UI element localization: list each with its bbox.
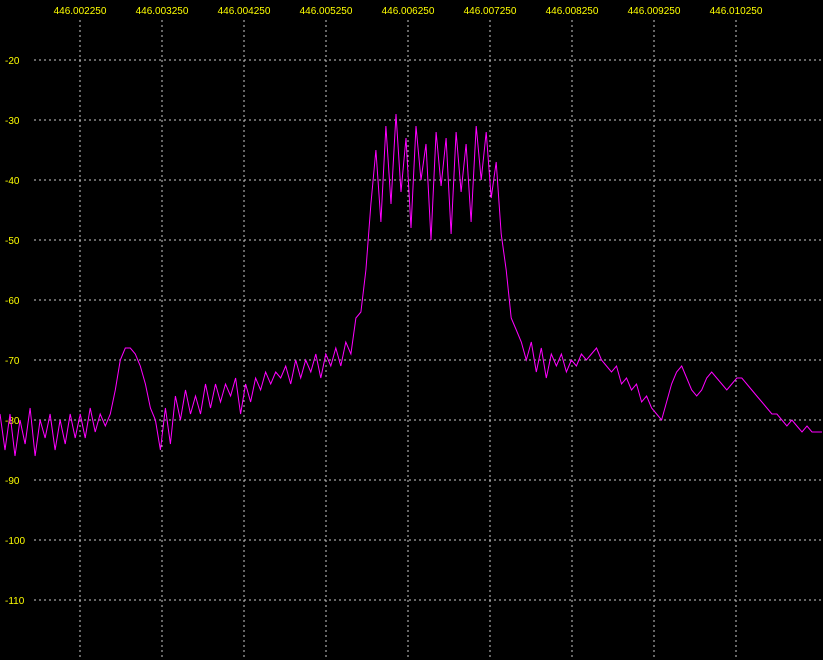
spectrum-trace — [0, 113, 822, 457]
frequency-axis: 446.002250 446.003250 446.004250 446.005250… — [54, 6, 763, 17]
x-tick-label: 446.010250 — [710, 6, 763, 17]
y-tick-label: -90 — [5, 476, 20, 487]
y-tick-label: -100 — [5, 536, 25, 547]
x-tick-label: 446.005250 — [300, 6, 353, 17]
x-tick-label: 446.004250 — [218, 6, 271, 17]
y-tick-label: -50 — [5, 236, 20, 247]
x-tick-label: 446.006250 — [382, 6, 435, 17]
level-axis: -20 -30 -40 -50 -60 -70 -80 -90 -100 -110 — [5, 56, 25, 607]
spectrum-plot: 446.002250 446.003250 446.004250 446.005250… — [0, 6, 823, 660]
x-tick-label: 446.003250 — [136, 6, 189, 17]
y-tick-label: -60 — [5, 296, 20, 307]
x-tick-label: 446.002250 — [54, 6, 107, 17]
y-tick-label: -20 — [5, 56, 20, 67]
y-tick-label: -80 — [5, 416, 20, 427]
x-tick-label: 446.007250 — [464, 6, 517, 17]
x-tick-label: 446.009250 — [628, 6, 681, 17]
y-tick-label: -40 — [5, 176, 20, 187]
grid — [34, 20, 823, 660]
y-tick-label: -30 — [5, 116, 20, 127]
y-tick-label: -70 — [5, 356, 20, 367]
y-tick-label: -110 — [5, 596, 25, 607]
x-tick-label: 446.008250 — [546, 6, 599, 17]
